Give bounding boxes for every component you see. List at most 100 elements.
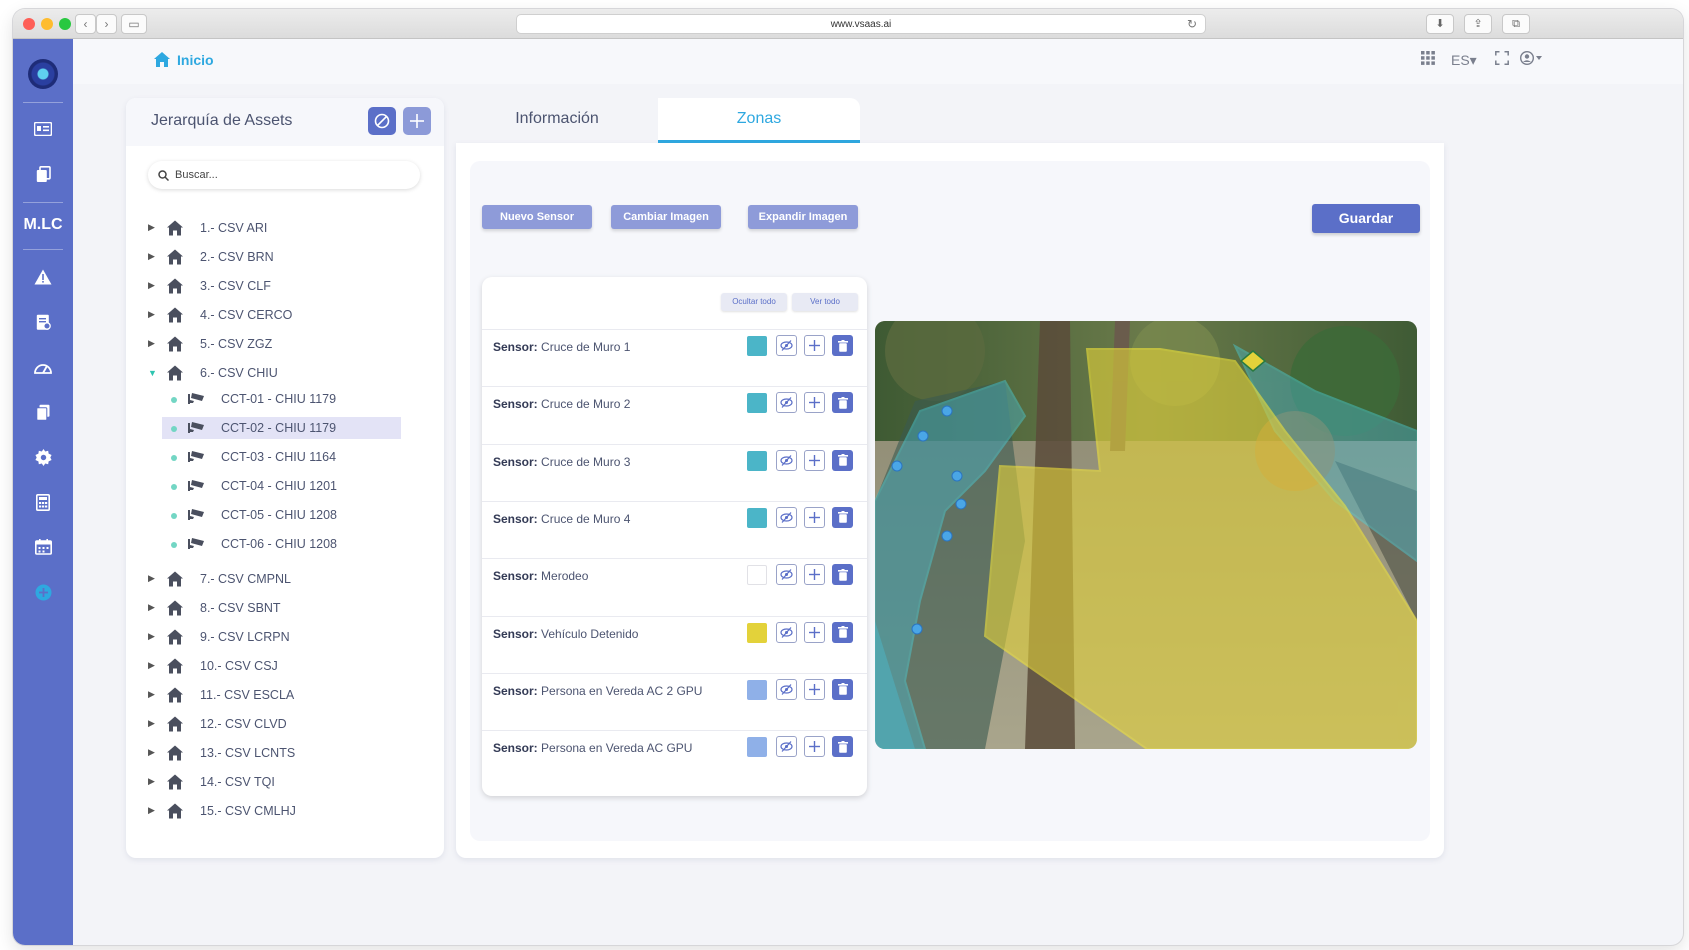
add-zone-button[interactable]	[804, 449, 825, 471]
sensor-color-swatch[interactable]	[747, 622, 767, 643]
reload-icon[interactable]: ↻	[1187, 15, 1197, 34]
warning-icon[interactable]	[28, 262, 58, 292]
tree-item[interactable]: ▶ 12.- CSV CLVD	[126, 709, 444, 738]
toggle-visibility-button[interactable]	[776, 392, 797, 414]
documents-icon[interactable]	[28, 397, 58, 427]
delete-sensor-button[interactable]	[832, 621, 853, 643]
add-zone-button[interactable]	[804, 335, 825, 356]
tree-child-camera[interactable]: CCT-05 - CHIU 1208	[126, 503, 444, 532]
zoom-window-button[interactable]	[59, 18, 71, 30]
tree-item[interactable]: ▶ 5.- CSV ZGZ	[126, 329, 444, 358]
tree-item[interactable]: ▶ 11.- CSV ESCLA	[126, 680, 444, 709]
toggle-visibility-button[interactable]	[776, 564, 797, 586]
caret-right-icon[interactable]: ▶	[148, 251, 155, 262]
delete-sensor-button[interactable]	[832, 736, 853, 758]
tree-child-camera[interactable]: CCT-06 - CHIU 1208	[126, 532, 444, 561]
caret-down-icon[interactable]: ▼	[148, 368, 157, 378]
tree-item[interactable]: ▶ 2.- CSV BRN	[126, 242, 444, 271]
toggle-visibility-button[interactable]	[776, 621, 797, 643]
caret-right-icon[interactable]: ▶	[148, 631, 155, 642]
toggle-visibility-button[interactable]	[776, 335, 797, 356]
settings-gear-icon[interactable]	[28, 442, 58, 472]
disable-asset-button[interactable]	[368, 107, 396, 135]
save-button[interactable]: Guardar	[1312, 204, 1420, 233]
sensor-color-swatch[interactable]	[747, 507, 767, 528]
caret-right-icon[interactable]: ▶	[148, 573, 155, 584]
tree-item[interactable]: ▶ 15.- CSV CMLHJ	[126, 796, 444, 825]
calculator-icon[interactable]	[28, 487, 58, 517]
tabs-overview-icon[interactable]: ⧉	[1502, 14, 1530, 34]
minimize-window-button[interactable]	[41, 18, 53, 30]
dashboard-gauge-icon[interactable]	[28, 352, 58, 382]
tree-item[interactable]: ▶ 8.- CSV SBNT	[126, 593, 444, 622]
delete-sensor-button[interactable]	[832, 449, 853, 471]
back-icon[interactable]: ‹	[75, 14, 96, 34]
delete-sensor-button[interactable]	[832, 335, 853, 356]
tree-item[interactable]: ▶ 4.- CSV CERCO	[126, 300, 444, 329]
brand-text[interactable]: M.LC	[13, 216, 73, 234]
tab-informacion[interactable]: Información	[456, 98, 658, 143]
tree-item[interactable]: ▶ 14.- CSV TQI	[126, 767, 444, 796]
caret-right-icon[interactable]: ▶	[148, 280, 155, 291]
add-zone-button[interactable]	[804, 506, 825, 528]
caret-right-icon[interactable]: ▶	[148, 718, 155, 729]
fullscreen-icon[interactable]	[1495, 51, 1509, 69]
toggle-visibility-button[interactable]	[776, 736, 797, 758]
report-icon[interactable]	[28, 307, 58, 337]
change-image-button[interactable]: Cambiar Imagen	[611, 205, 721, 229]
delete-sensor-button[interactable]	[832, 506, 853, 528]
tab-zonas[interactable]: Zonas	[658, 98, 860, 143]
camera-image[interactable]	[875, 321, 1417, 749]
calendar-icon[interactable]	[28, 532, 58, 562]
new-sensor-button[interactable]: Nuevo Sensor	[482, 205, 592, 229]
toggle-visibility-button[interactable]	[776, 678, 797, 700]
caret-right-icon[interactable]: ▶	[148, 747, 155, 758]
add-circle-icon[interactable]	[28, 577, 58, 607]
caret-right-icon[interactable]: ▶	[148, 805, 155, 816]
sensor-color-swatch[interactable]	[747, 450, 767, 471]
caret-right-icon[interactable]: ▶	[148, 689, 155, 700]
tree-item[interactable]: ▶ 13.- CSV LCNTS	[126, 738, 444, 767]
share-icon[interactable]: ⇪	[1464, 14, 1492, 34]
forward-icon[interactable]: ›	[96, 14, 117, 34]
tree-item[interactable]: ▶ 9.- CSV LCRPN	[126, 622, 444, 651]
toggle-visibility-button[interactable]	[776, 449, 797, 471]
sensor-color-swatch[interactable]	[747, 737, 767, 758]
copy-icon[interactable]	[28, 159, 58, 189]
caret-right-icon[interactable]: ▶	[148, 602, 155, 613]
expand-image-button[interactable]: Expandir Imagen	[748, 205, 858, 229]
tree-item[interactable]: ▼ 6.- CSV CHIU	[126, 358, 444, 387]
caret-right-icon[interactable]: ▶	[148, 338, 155, 349]
id-card-icon[interactable]	[28, 114, 58, 144]
user-account-icon[interactable]	[1519, 50, 1542, 69]
add-zone-button[interactable]	[804, 564, 825, 586]
tree-item[interactable]: ▶ 7.- CSV CMPNL	[126, 564, 444, 593]
caret-right-icon[interactable]: ▶	[148, 660, 155, 671]
toggle-visibility-button[interactable]	[776, 506, 797, 528]
tree-item[interactable]: ▶ 10.- CSV CSJ	[126, 651, 444, 680]
language-selector[interactable]: ES▾	[1451, 52, 1477, 69]
caret-right-icon[interactable]: ▶	[148, 776, 155, 787]
add-zone-button[interactable]	[804, 678, 825, 700]
caret-right-icon[interactable]: ▶	[148, 222, 155, 233]
add-zone-button[interactable]	[804, 392, 825, 414]
delete-sensor-button[interactable]	[832, 678, 853, 700]
add-zone-button[interactable]	[804, 736, 825, 758]
breadcrumb-home[interactable]: Inicio	[153, 51, 214, 69]
asset-search[interactable]	[148, 161, 420, 189]
sensor-color-swatch[interactable]	[747, 336, 767, 356]
delete-sensor-button[interactable]	[832, 564, 853, 586]
download-icon[interactable]: ⬇	[1426, 14, 1454, 34]
sensor-color-swatch[interactable]	[747, 679, 767, 700]
tree-item[interactable]: ▶ 1.- CSV ARI	[126, 213, 444, 242]
sensor-color-swatch[interactable]	[747, 565, 767, 586]
tree-child-camera[interactable]: CCT-03 - CHIU 1164	[126, 445, 444, 474]
hide-all-button[interactable]: Ocultar todo	[721, 293, 787, 311]
search-input[interactable]	[175, 169, 395, 181]
tree-item[interactable]: ▶ 3.- CSV CLF	[126, 271, 444, 300]
tree-child-camera[interactable]: CCT-02 - CHIU 1179	[126, 416, 444, 445]
close-window-button[interactable]	[23, 18, 35, 30]
apps-grid-icon[interactable]	[1421, 51, 1435, 69]
address-bar[interactable]: www.vsaas.ai ↻	[516, 14, 1206, 34]
add-zone-button[interactable]	[804, 621, 825, 643]
